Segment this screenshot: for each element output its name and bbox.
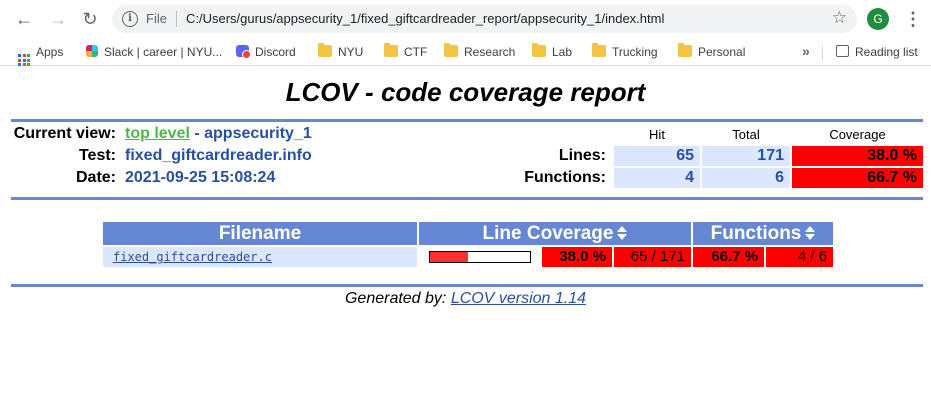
functions-coverage-count: 4 / 6 (766, 247, 833, 267)
footer: Generated by: LCOV version 1.14 (0, 290, 931, 308)
bookmarks-overflow-chevron[interactable]: » (802, 43, 810, 59)
reading-list-button[interactable]: Reading list (836, 44, 918, 60)
date-label: Date: (75, 169, 116, 186)
date-value: 2021-09-25 15:08:24 (125, 169, 276, 186)
lines-hit: 65 (614, 146, 700, 166)
functions-label: Functions: (524, 169, 606, 186)
footer-ruler (11, 284, 923, 287)
folder-icon (678, 43, 692, 57)
address-bar[interactable]: i File C:/Users/gurus/appsecurity_1/fixe… (112, 5, 857, 33)
folder-icon (532, 43, 546, 57)
bookmark-lab[interactable]: Lab (532, 43, 573, 60)
bookmark-slack[interactable]: Slack | career | NYU... (86, 44, 222, 60)
forward-arrow-icon[interactable]: → (46, 7, 70, 31)
report-page: LCOV - code coverage report Current view… (0, 67, 931, 420)
functions-total: 6 (702, 168, 790, 188)
bookmark-ctf[interactable]: CTF (384, 43, 428, 60)
coverage-bar-fill (430, 252, 468, 262)
browser-toolbar: ← → ↻ i File C:/Users/gurus/appsecurity_… (0, 0, 931, 38)
coverage-column-header: Coverage (829, 127, 886, 142)
bookmark-label: Trucking (612, 45, 658, 59)
reload-icon[interactable]: ↻ (78, 7, 102, 31)
bookmark-label: Discord (255, 45, 296, 59)
lines-coverage: 38.0 % (792, 146, 923, 166)
info-icon[interactable]: i (122, 11, 138, 27)
functions-header-label: Functions (710, 223, 802, 244)
line-coverage-bar-cell (419, 247, 540, 267)
test-label: Test: (78, 147, 116, 164)
file-link[interactable]: fixed_giftcardreader.c (113, 250, 272, 264)
lines-total: 171 (702, 146, 790, 166)
address-separator (176, 11, 177, 27)
header-ruler-top (11, 119, 923, 122)
current-view-label: Current view: (13, 125, 116, 142)
bookmark-label: Personal (698, 45, 746, 59)
line-coverage-column-header[interactable]: Line Coverage (419, 222, 691, 245)
bookmark-star-icon[interactable]: ☆ (832, 8, 847, 28)
folder-icon (384, 43, 398, 57)
line-coverage-percent: 38.0 % (542, 247, 612, 267)
reading-list-label: Reading list (855, 45, 918, 59)
footer-prefix: Generated by: (344, 290, 447, 307)
folder-icon (444, 43, 458, 57)
url-scheme-label: File (146, 11, 167, 26)
bookmark-research[interactable]: Research (444, 43, 516, 60)
sort-icon[interactable] (805, 226, 816, 240)
line-coverage-header-label: Line Coverage (482, 223, 614, 244)
bookmark-label: Lab (552, 45, 573, 59)
bookmark-label: Slack | career | NYU... (104, 45, 223, 59)
coverage-bar (429, 251, 531, 263)
lcov-version-link[interactable]: LCOV version 1.14 (451, 290, 586, 307)
back-arrow-icon[interactable]: ← (12, 7, 36, 31)
bookmark-trucking[interactable]: Trucking (592, 43, 658, 60)
functions-coverage: 66.7 % (792, 168, 923, 188)
url-text[interactable]: C:/Users/gurus/appsecurity_1/fixed_giftc… (186, 11, 664, 26)
header-ruler-bottom (11, 197, 923, 200)
profile-avatar[interactable]: G (867, 8, 889, 30)
current-view-suffix: - appsecurity_1 (194, 125, 312, 142)
slack-icon (86, 45, 98, 57)
bookmark-label: Apps (36, 45, 64, 59)
folder-icon (318, 43, 332, 57)
bookmark-label: CTF (404, 45, 428, 59)
top-level-link[interactable]: top level (125, 125, 190, 142)
test-value: fixed_giftcardreader.info (125, 147, 312, 164)
current-view-value: top level - appsecurity_1 (125, 125, 312, 143)
discord-icon (236, 45, 251, 59)
functions-hit: 4 (614, 168, 700, 188)
total-column-header: Total (732, 127, 760, 142)
page-title: LCOV - code coverage report (285, 77, 646, 107)
reading-list-icon (836, 45, 849, 57)
bookmark-apps[interactable]: Apps (18, 44, 64, 66)
folder-icon (592, 43, 606, 57)
table-row-filename: fixed_giftcardreader.c (103, 247, 417, 267)
bookmark-nyu[interactable]: NYU (318, 43, 364, 60)
kebab-menu-icon[interactable]: ⋮ (904, 7, 922, 31)
functions-column-header[interactable]: Functions (693, 222, 833, 245)
bookmark-label: NYU (338, 45, 364, 59)
bookmark-discord[interactable]: Discord (236, 44, 296, 60)
line-coverage-count: 65 / 171 (614, 247, 691, 267)
sort-icon[interactable] (617, 226, 628, 240)
bookmark-label: Research (464, 45, 516, 59)
lines-label: Lines: (558, 147, 606, 164)
filename-header-label: Filename (218, 223, 302, 244)
apps-icon (18, 54, 30, 66)
filename-column-header[interactable]: Filename (103, 222, 417, 245)
bookmark-personal[interactable]: Personal (678, 43, 746, 60)
hit-column-header: Hit (649, 127, 665, 142)
bookmarks-divider (822, 45, 823, 61)
functions-coverage-percent: 66.7 % (693, 247, 764, 267)
bookmarks-bar: Apps Slack | career | NYU... Discord NYU… (0, 38, 931, 66)
